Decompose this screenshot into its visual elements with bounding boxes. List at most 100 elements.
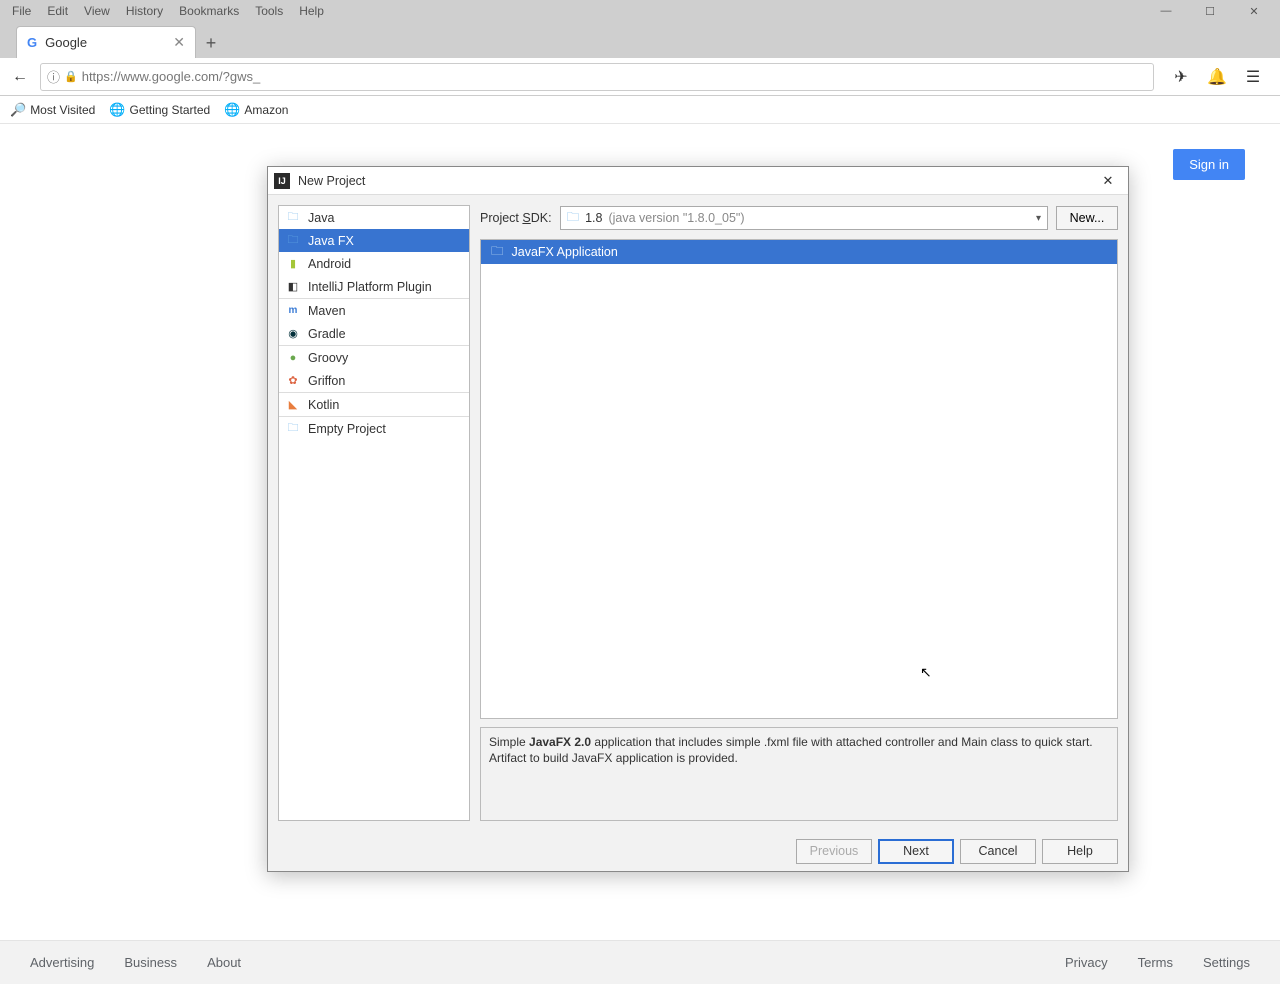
- category-label: Java FX: [308, 234, 354, 248]
- category-label: Maven: [308, 304, 346, 318]
- menubar: File Edit View History Bookmarks Tools H…: [0, 0, 1280, 22]
- template-javafx-application[interactable]: 🗀 JavaFX Application: [481, 240, 1117, 264]
- google-favicon-icon: G: [27, 35, 37, 50]
- url-text: https://www.google.com/?gws_: [82, 69, 260, 84]
- footer-privacy[interactable]: Privacy: [1065, 955, 1108, 970]
- category-empty-project[interactable]: 🗀 Empty Project: [279, 417, 469, 440]
- category-label: Java: [308, 211, 334, 225]
- bookmark-most-visited[interactable]: 🔎 Most Visited: [10, 102, 95, 118]
- kotlin-icon: ◣: [285, 397, 301, 413]
- category-gradle[interactable]: ◉Gradle: [279, 322, 469, 345]
- groovy-icon: ●: [285, 350, 301, 366]
- menu-bookmarks[interactable]: Bookmarks: [173, 2, 245, 20]
- send-icon[interactable]: ✈: [1168, 64, 1194, 90]
- minimize-button[interactable]: —: [1144, 0, 1188, 22]
- category-label: Griffon: [308, 374, 345, 388]
- browser-tab[interactable]: G Google ✕: [16, 26, 196, 58]
- bookmark-label: Most Visited: [30, 103, 95, 117]
- dialog-buttons: Previous Next Cancel Help: [268, 831, 1128, 871]
- navbar: ← ⓘ 🔒 https://www.google.com/?gws_ ✈ 🔔 ☰: [0, 58, 1280, 96]
- footer-business[interactable]: Business: [124, 955, 177, 970]
- menu-edit[interactable]: Edit: [41, 2, 74, 20]
- signin-button[interactable]: Sign in: [1173, 149, 1245, 180]
- new-sdk-button[interactable]: New...: [1056, 206, 1118, 230]
- category-java[interactable]: 🗀 Java: [279, 206, 469, 229]
- page-body: Sign in IJ IJ New Project ✕ 🗀 Java 🗀 Java …: [0, 124, 1280, 984]
- globe-icon: 🌐: [224, 102, 240, 118]
- previous-button: Previous: [796, 839, 872, 864]
- bookmark-getting-started[interactable]: 🌐 Getting Started: [109, 102, 210, 118]
- description-text: Simple: [489, 735, 529, 749]
- menu-view[interactable]: View: [78, 2, 116, 20]
- dialog-title: New Project: [298, 174, 365, 188]
- category-label: Android: [308, 257, 351, 271]
- category-kotlin[interactable]: ◣Kotlin: [279, 393, 469, 416]
- tab-close-icon[interactable]: ✕: [173, 34, 185, 51]
- category-label: Gradle: [308, 327, 346, 341]
- category-groovy[interactable]: ● Groovy: [279, 346, 469, 369]
- description-bold: JavaFX 2.0: [529, 735, 591, 749]
- sdk-value: 1.8: [585, 211, 602, 225]
- category-label: Groovy: [308, 351, 348, 365]
- window-controls: — ☐ ✕: [1144, 0, 1276, 22]
- maven-icon: m: [285, 303, 301, 319]
- description-box: Simple JavaFX 2.0 application that inclu…: [480, 727, 1118, 821]
- footer-about[interactable]: About: [207, 955, 241, 970]
- dialog-close-button[interactable]: ✕: [1094, 169, 1122, 193]
- folder-icon: 🗀: [285, 210, 301, 226]
- folder-icon: 🗀: [567, 208, 580, 229]
- bookmark-amazon[interactable]: 🌐 Amazon: [224, 102, 288, 118]
- right-panel: Project SDK: 🗀 1.8 (java version "1.8.0_…: [480, 205, 1118, 821]
- menu-history[interactable]: History: [120, 2, 169, 20]
- plugin-icon: ◧: [285, 279, 301, 295]
- close-window-button[interactable]: ✕: [1232, 0, 1276, 22]
- maximize-button[interactable]: ☐: [1188, 0, 1232, 22]
- bell-icon[interactable]: 🔔: [1204, 64, 1230, 90]
- menu-help[interactable]: Help: [293, 2, 330, 20]
- urlbar[interactable]: ⓘ 🔒 https://www.google.com/?gws_: [40, 63, 1154, 91]
- globe-icon: 🌐: [109, 102, 125, 118]
- category-javafx[interactable]: 🗀 Java FX: [279, 229, 469, 252]
- bookmark-icon: 🔎: [10, 102, 26, 118]
- toolbar-right-icons: ✈ 🔔 ☰: [1160, 64, 1274, 90]
- browser-window: File Edit View History Bookmarks Tools H…: [0, 0, 1280, 984]
- footer-advertising[interactable]: Advertising: [30, 955, 94, 970]
- folder-icon: 🗀: [285, 233, 301, 249]
- cancel-button[interactable]: Cancel: [960, 839, 1036, 864]
- category-android[interactable]: ▮ Android: [279, 252, 469, 275]
- android-icon: ▮: [285, 256, 301, 272]
- next-button[interactable]: Next: [878, 839, 954, 864]
- menu-tools[interactable]: Tools: [249, 2, 289, 20]
- category-intellij-plugin[interactable]: ◧ IntelliJ Platform Plugin: [279, 275, 469, 298]
- tab-title: Google: [45, 35, 87, 50]
- new-tab-button[interactable]: +: [196, 28, 226, 58]
- info-icon[interactable]: ⓘ: [47, 67, 60, 86]
- template-label: JavaFX Application: [512, 245, 618, 259]
- category-label: IntelliJ Platform Plugin: [308, 280, 432, 294]
- sdk-dropdown[interactable]: 🗀 1.8 (java version "1.8.0_05") ▾: [560, 206, 1048, 230]
- dialog-titlebar[interactable]: IJ New Project ✕: [268, 167, 1128, 195]
- griffon-icon: ✿: [285, 373, 301, 389]
- category-griffon[interactable]: ✿ Griffon: [279, 369, 469, 392]
- menu-file[interactable]: File: [6, 2, 37, 20]
- help-button[interactable]: Help: [1042, 839, 1118, 864]
- bookmark-label: Amazon: [244, 103, 288, 117]
- folder-icon: 🗀: [285, 421, 301, 437]
- dialog-body: 🗀 Java 🗀 Java FX ▮ Android ◧ IntelliJ Platfo…: [268, 195, 1128, 831]
- sdk-detail: (java version "1.8.0_05"): [608, 211, 744, 225]
- footer-settings[interactable]: Settings: [1203, 955, 1250, 970]
- sdk-label: Project SDK:: [480, 211, 552, 225]
- lock-icon: 🔒: [64, 70, 78, 83]
- category-label: Empty Project: [308, 422, 386, 436]
- sdk-row: Project SDK: 🗀 1.8 (java version "1.8.0_…: [480, 205, 1118, 231]
- bookmark-label: Getting Started: [130, 103, 211, 117]
- new-project-dialog: IJ New Project ✕ 🗀 Java 🗀 Java FX ▮ Android…: [267, 166, 1129, 872]
- back-button[interactable]: ←: [6, 63, 34, 91]
- category-maven[interactable]: m Maven: [279, 299, 469, 322]
- chevron-down-icon: ▾: [1036, 213, 1041, 224]
- folder-icon: 🗀: [491, 242, 504, 263]
- footer-terms[interactable]: Terms: [1138, 955, 1173, 970]
- intellij-icon: IJ: [274, 173, 290, 189]
- template-list[interactable]: 🗀 JavaFX Application: [480, 239, 1118, 719]
- menu-hamburger-icon[interactable]: ☰: [1240, 64, 1266, 90]
